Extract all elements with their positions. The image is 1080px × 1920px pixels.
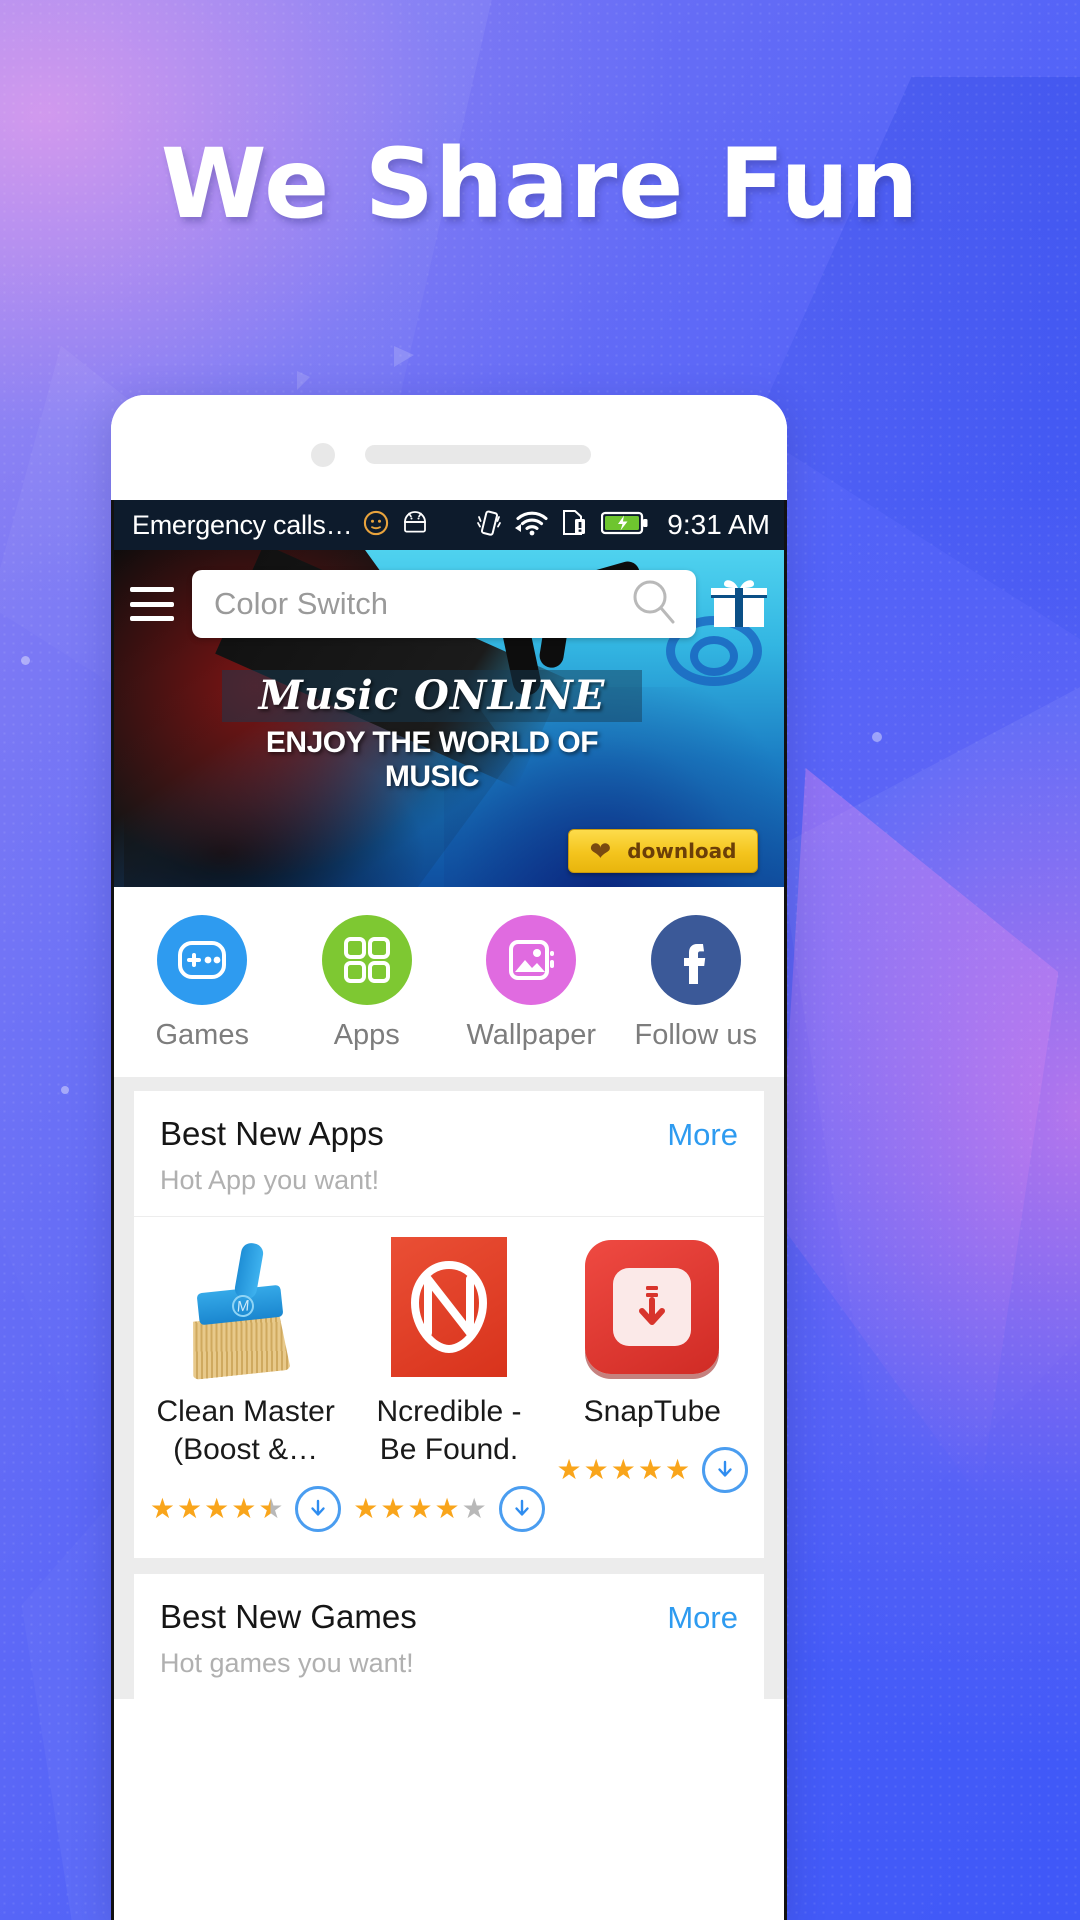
star-icon: ★: [177, 1492, 203, 1524]
carrier-label: Emergency calls…: [132, 509, 353, 540]
app-footer: ★ ★ ★ ★ ★: [149, 1485, 342, 1532]
gamepad-icon: [157, 915, 248, 1005]
ncredible-icon: [377, 1235, 521, 1379]
rating-stars: ★ ★ ★ ★ ★: [353, 1492, 487, 1524]
section-title: Best New Apps: [160, 1115, 384, 1152]
background-sparkle-3: [872, 732, 882, 742]
star-icon: ★: [231, 1492, 257, 1524]
section-more-link[interactable]: More: [667, 1600, 738, 1636]
phone-bezel-top: [111, 395, 787, 500]
rating-stars: ★ ★ ★ ★ ★: [557, 1456, 691, 1484]
download-arrow-icon[interactable]: [295, 1485, 342, 1532]
app-name: SnapTube: [583, 1395, 721, 1428]
section-subtitle: Hot App you want!: [160, 1165, 380, 1195]
sim-card-icon: [562, 508, 588, 543]
battery-charging-icon: [601, 510, 649, 541]
category-wallpaper[interactable]: Wallpaper: [449, 915, 614, 1052]
promo-banner[interactable]: Music ONLINE ENJOY THE WORLD OF MUSIC ❤ …: [114, 550, 784, 887]
image-icon: [486, 915, 577, 1005]
section-best-new-games: Best New Games Hot games you want! More: [134, 1573, 764, 1699]
download-arrow-icon[interactable]: [702, 1447, 749, 1494]
category-apps[interactable]: Apps: [285, 915, 450, 1052]
search-input-value: Color Switch: [214, 586, 388, 621]
status-bar-left: Emergency calls…: [132, 509, 430, 542]
star-icon: ★: [149, 1492, 175, 1524]
star-icon: ★: [258, 1492, 284, 1524]
star-icon: ★: [434, 1492, 460, 1524]
app-list: M Clean Master (Boost &… ★ ★ ★ ★ ★ Ncred…: [134, 1217, 764, 1558]
app-name: Ncredible - Be Found.: [376, 1395, 522, 1467]
download-arrow-icon[interactable]: [498, 1485, 545, 1532]
gift-icon[interactable]: [710, 578, 768, 630]
category-label: Games: [155, 1019, 249, 1051]
banner-title-plate: Music ONLINE: [222, 670, 642, 722]
hamburger-icon[interactable]: [130, 587, 178, 621]
category-row: Games Apps Wallpaper Follow us: [114, 887, 784, 1077]
content-area: Best New Apps Hot App you want! More M C…: [114, 1077, 784, 1699]
android-robot-icon: [400, 510, 430, 540]
section-header: Best New Games Hot games you want! More: [134, 1574, 764, 1699]
banner-download-label: download: [627, 839, 737, 863]
star-icon: ★: [637, 1454, 663, 1486]
background-sparkle-1: [21, 656, 30, 665]
star-icon: ★: [610, 1454, 636, 1486]
banner-download-button[interactable]: ❤ download: [568, 829, 758, 873]
star-icon: ★: [461, 1492, 487, 1524]
facebook-icon: [650, 915, 741, 1005]
status-bar-right: 9:31 AM: [476, 508, 770, 543]
phone-screen: Emergency calls… 9:31 AM Music ONLINE EN…: [111, 500, 787, 1920]
star-icon: ★: [664, 1454, 691, 1486]
star-icon: ★: [556, 1454, 582, 1486]
category-label: Apps: [333, 1019, 400, 1051]
snaptube-icon: [580, 1235, 724, 1379]
app-footer: ★ ★ ★ ★ ★: [353, 1485, 545, 1532]
star-icon: ★: [204, 1492, 230, 1524]
heart-icon: ❤: [589, 836, 612, 866]
vibrate-icon: [476, 508, 502, 543]
clock-label: 9:31 AM: [667, 509, 770, 540]
star-icon: ★: [407, 1492, 433, 1524]
front-camera-icon: [311, 443, 335, 467]
search-icon[interactable]: [626, 574, 682, 635]
search-input[interactable]: Color Switch: [192, 570, 696, 638]
page-title: We Share Fun: [160, 128, 920, 240]
list-item[interactable]: SnapTube ★ ★ ★ ★ ★: [551, 1235, 754, 1532]
category-games[interactable]: Games: [120, 915, 285, 1052]
category-follow-us[interactable]: Follow us: [614, 915, 779, 1052]
list-item[interactable]: M Clean Master (Boost &… ★ ★ ★ ★ ★: [144, 1235, 347, 1532]
clean-master-icon: M: [174, 1235, 318, 1379]
background-triangle-1: [394, 345, 415, 367]
banner-title: Music ONLINE: [258, 672, 606, 719]
category-label: Wallpaper: [466, 1019, 596, 1051]
star-icon: ★: [583, 1454, 609, 1486]
background-sparkle-2: [61, 1086, 69, 1094]
section-best-new-apps: Best New Apps Hot App you want! More M C…: [134, 1091, 764, 1558]
list-item[interactable]: Ncredible - Be Found. ★ ★ ★ ★ ★: [347, 1235, 550, 1532]
section-more-link[interactable]: More: [667, 1117, 738, 1153]
section-subtitle: Hot games you want!: [160, 1647, 414, 1678]
banner-subtitle: ENJOY THE WORLD OF MUSIC: [265, 726, 599, 793]
app-footer: ★ ★ ★ ★ ★: [557, 1447, 749, 1494]
app-top-bar: Color Switch: [114, 550, 784, 658]
wifi-icon: [515, 509, 549, 542]
grid-icon: [321, 915, 412, 1005]
status-bar: Emergency calls… 9:31 AM: [114, 500, 784, 550]
face-icon: [362, 509, 390, 542]
category-label: Follow us: [634, 1019, 758, 1051]
star-icon: ★: [353, 1492, 379, 1524]
star-icon: ★: [380, 1492, 406, 1524]
earpiece-speaker: [365, 445, 591, 464]
rating-stars: ★ ★ ★ ★ ★: [149, 1492, 284, 1524]
app-name: Clean Master (Boost &…: [156, 1395, 335, 1467]
section-header: Best New Apps Hot App you want! More: [134, 1091, 764, 1217]
background-triangle-2: [297, 370, 310, 390]
phone-mockup: Emergency calls… 9:31 AM Music ONLINE EN…: [111, 395, 787, 1920]
section-title: Best New Games: [160, 1597, 417, 1635]
